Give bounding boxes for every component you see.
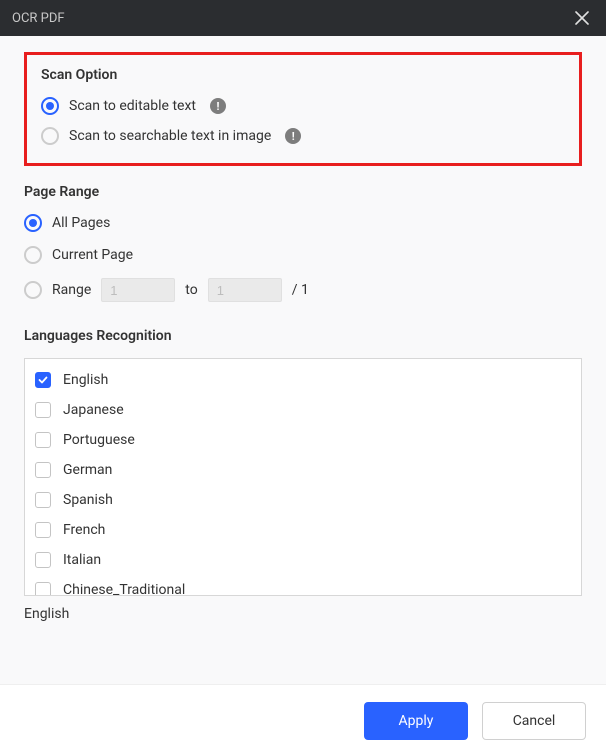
language-label: Chinese_Traditional bbox=[63, 582, 185, 595]
list-item[interactable]: Japanese bbox=[25, 395, 581, 425]
list-item[interactable]: Chinese_Traditional bbox=[25, 575, 581, 595]
scan-option-searchable[interactable]: Scan to searchable text in image ! bbox=[41, 127, 565, 145]
language-label: English bbox=[63, 372, 108, 388]
page-range-current[interactable]: Current Page bbox=[24, 246, 582, 264]
checkbox-icon bbox=[35, 432, 51, 448]
apply-button[interactable]: Apply bbox=[364, 702, 468, 740]
language-label: Portuguese bbox=[63, 432, 135, 448]
language-label: Spanish bbox=[63, 492, 113, 508]
language-label: German bbox=[63, 462, 112, 478]
list-item[interactable]: English bbox=[25, 365, 581, 395]
languages-list[interactable]: English Japanese Portuguese German Spani bbox=[25, 359, 581, 595]
dialog-footer: Apply Cancel bbox=[0, 684, 606, 756]
scan-option-label: Scan to searchable text in image bbox=[69, 128, 271, 144]
checkbox-icon bbox=[35, 462, 51, 478]
scan-option-label: Scan to editable text bbox=[69, 98, 196, 114]
page-range-label: Current Page bbox=[52, 247, 133, 263]
page-range-label: Range bbox=[52, 282, 91, 298]
range-from-input[interactable] bbox=[101, 278, 175, 302]
languages-section: Languages Recognition English Japanese P… bbox=[24, 328, 582, 622]
page-range-heading: Page Range bbox=[24, 184, 582, 200]
scan-option-highlight: Scan Option Scan to editable text ! Scan… bbox=[24, 52, 582, 166]
scan-option-heading: Scan Option bbox=[41, 67, 565, 83]
languages-heading: Languages Recognition bbox=[24, 328, 582, 344]
radio-icon bbox=[24, 281, 42, 299]
language-label: Japanese bbox=[63, 402, 124, 418]
page-range-section: Page Range All Pages Current Page Range … bbox=[24, 184, 582, 302]
checkbox-icon bbox=[35, 372, 51, 388]
range-to-label: to bbox=[185, 282, 197, 298]
titlebar: OCR PDF bbox=[0, 0, 606, 36]
checkbox-icon bbox=[35, 582, 51, 595]
close-icon[interactable] bbox=[570, 6, 594, 30]
checkbox-icon bbox=[35, 552, 51, 568]
cancel-button[interactable]: Cancel bbox=[482, 702, 586, 740]
list-item[interactable]: Spanish bbox=[25, 485, 581, 515]
list-item[interactable]: French bbox=[25, 515, 581, 545]
radio-icon bbox=[24, 246, 42, 264]
radio-icon bbox=[41, 127, 59, 145]
range-to-input[interactable] bbox=[208, 278, 282, 302]
page-range-label: All Pages bbox=[52, 215, 110, 231]
radio-icon bbox=[41, 97, 59, 115]
page-range-range[interactable]: Range to / 1 bbox=[24, 278, 582, 302]
list-item[interactable]: German bbox=[25, 455, 581, 485]
radio-icon bbox=[24, 214, 42, 232]
range-total-label: / 1 bbox=[292, 282, 309, 298]
language-label: French bbox=[63, 522, 105, 538]
scan-option-editable[interactable]: Scan to editable text ! bbox=[41, 97, 565, 115]
list-item[interactable]: Portuguese bbox=[25, 425, 581, 455]
checkbox-icon bbox=[35, 402, 51, 418]
info-icon[interactable]: ! bbox=[285, 128, 301, 144]
window-title: OCR PDF bbox=[12, 11, 65, 26]
list-item[interactable]: Italian bbox=[25, 545, 581, 575]
dialog-content: Scan Option Scan to editable text ! Scan… bbox=[0, 36, 606, 684]
selected-languages-summary: English bbox=[24, 606, 582, 622]
languages-listbox: English Japanese Portuguese German Spani bbox=[24, 358, 582, 596]
language-label: Italian bbox=[63, 552, 101, 568]
page-range-all[interactable]: All Pages bbox=[24, 214, 582, 232]
checkbox-icon bbox=[35, 522, 51, 538]
info-icon[interactable]: ! bbox=[210, 98, 226, 114]
checkbox-icon bbox=[35, 492, 51, 508]
